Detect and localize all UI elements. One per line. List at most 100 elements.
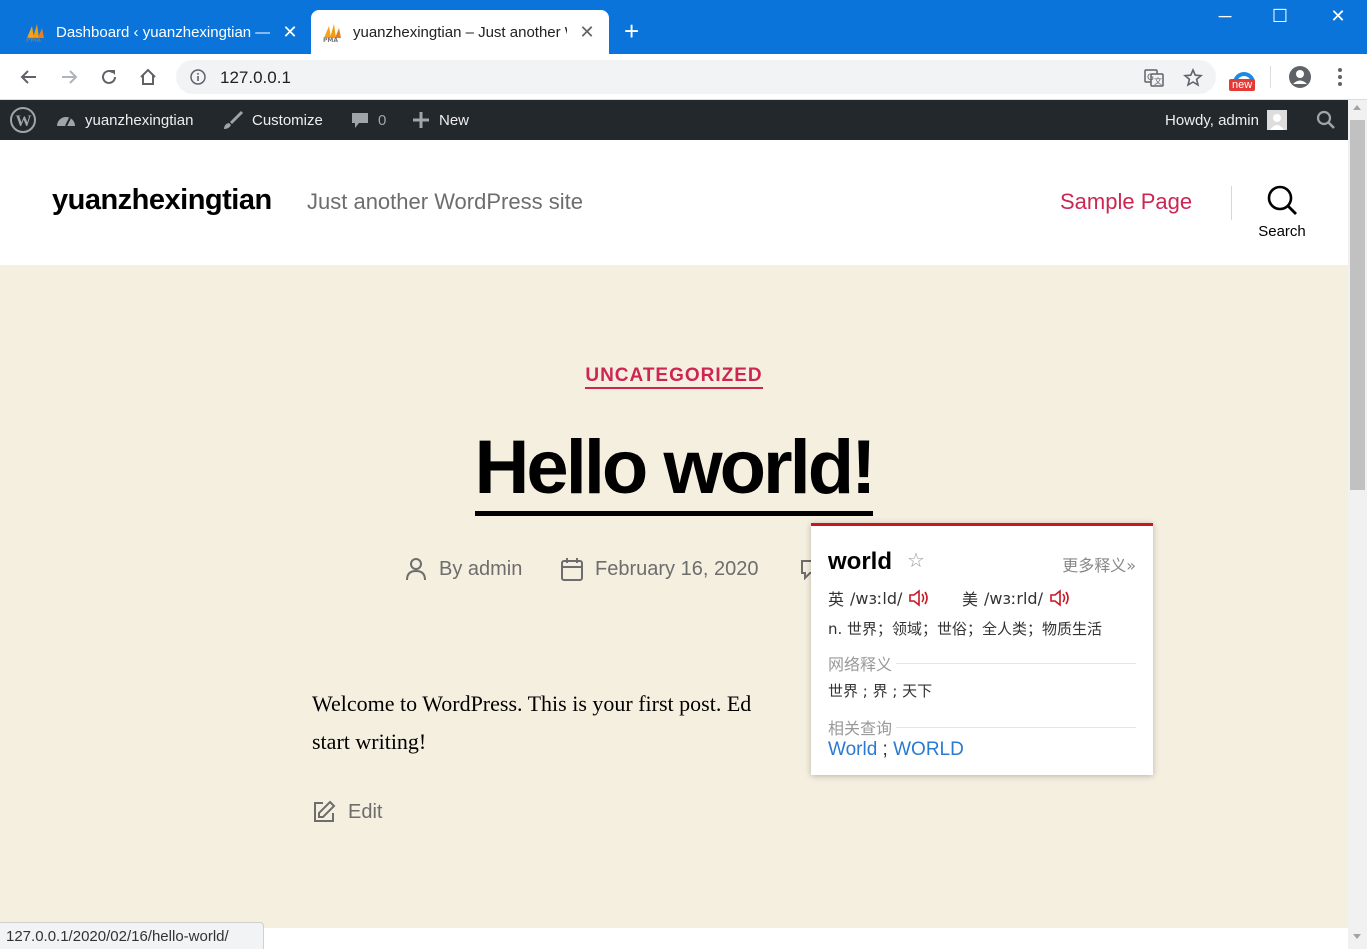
post-author-link[interactable]: By admin [439, 558, 522, 581]
person-icon [406, 558, 426, 581]
site-header: yuanzhexingtian Just another WordPress s… [0, 140, 1348, 265]
post-body-line: start writing! [312, 729, 427, 754]
dict-related-link[interactable]: WORLD [893, 739, 964, 760]
page-scrollbar[interactable] [1348, 100, 1367, 949]
wp-admin-bar: W yuanzhexingtian Customize 0 New Howdy,… [0, 100, 1348, 140]
wp-logo-menu[interactable]: W [10, 100, 44, 140]
tab-title: yuanzhexingtian – Just another WordPress… [353, 23, 567, 41]
minimize-button[interactable]: ─ [1205, 6, 1245, 27]
site-tagline: Just another WordPress site [307, 189, 583, 214]
section-divider [896, 662, 1136, 664]
search-icon [1267, 185, 1297, 215]
address-bar[interactable]: 127.0.0.1 G文 [176, 60, 1216, 94]
avatar [1266, 110, 1287, 130]
dict-web-heading: 网络释义 [828, 655, 893, 674]
wordpress-logo-icon: W [10, 107, 36, 133]
tab-title: Dashboard ‹ yuanzhexingtian — WordPress [56, 23, 270, 41]
edit-pencil-icon [314, 800, 336, 822]
comments-count: 0 [378, 111, 387, 129]
account-circle-icon [1289, 66, 1311, 88]
dashboard-gauge-icon [57, 117, 75, 127]
nav-sample-page[interactable]: Sample Page [1060, 189, 1192, 215]
tab-close-icon[interactable]: ✕ [577, 22, 597, 42]
svg-text:PMA: PMA [323, 37, 338, 43]
scroll-down-arrow-icon[interactable] [1353, 934, 1361, 939]
post-body-line: Welcome to WordPress. This is your first… [312, 691, 752, 716]
dict-web-definitions: 世界 ; 界 ; 天下 [828, 682, 933, 700]
post-category: UNCATEGORIZED [0, 365, 1348, 389]
reload-button[interactable] [94, 62, 124, 92]
post-date-link[interactable]: February 16, 2020 [595, 558, 758, 581]
pma-favicon-icon: PMA [321, 21, 343, 44]
post-date: February 16, 2020 [561, 557, 758, 581]
adminbar-site-name[interactable]: yuanzhexingtian [55, 100, 193, 140]
header-separator [1231, 186, 1232, 220]
new-label: New [439, 111, 470, 129]
forward-button[interactable] [54, 62, 84, 92]
dict-uk-pronunciation: 英 /wɜːld/ [828, 586, 930, 610]
browser-toolbar: 127.0.0.1 G文 new [0, 54, 1367, 100]
category-link[interactable]: UNCATEGORIZED [585, 365, 763, 389]
status-bar-url: 127.0.0.1/2020/02/16/hello-world/ [0, 922, 264, 949]
dict-uk-phonetic: /wɜːld/ [850, 588, 903, 608]
search-toggle-label: Search [1258, 223, 1306, 240]
profile-button[interactable] [1285, 62, 1315, 92]
pma-favicon-icon: PMA [24, 21, 46, 44]
scroll-up-arrow-icon[interactable] [1353, 105, 1361, 110]
plus-icon [413, 112, 429, 128]
tab-dashboard[interactable]: PMA Dashboard ‹ yuanzhexingtian — WordPr… [14, 10, 310, 54]
menu-button[interactable] [1325, 62, 1355, 92]
howdy-label: Howdy, admin [1165, 111, 1259, 129]
edit-label: Edit [348, 800, 383, 823]
customize-label: Customize [252, 111, 323, 129]
translate-icon[interactable]: G文 [1144, 68, 1164, 88]
speaker-icon[interactable] [1049, 589, 1071, 607]
dict-us-label: 美 [962, 590, 979, 609]
dict-related-separator: ; [877, 739, 894, 760]
tab-site[interactable]: PMA yuanzhexingtian – Just another WordP… [311, 10, 609, 54]
paintbrush-icon [224, 111, 243, 129]
adminbar-comments[interactable]: 0 [350, 100, 386, 140]
dict-headword: world [828, 548, 892, 575]
dict-us-phonetic: /wɜːrld/ [984, 588, 1043, 608]
site-title[interactable]: yuanzhexingtian [52, 184, 272, 217]
close-window-button[interactable]: ✕ [1318, 6, 1358, 27]
bookmark-star-icon[interactable] [1183, 68, 1203, 88]
svg-text:文: 文 [1154, 76, 1162, 86]
dict-related-section: 相关查询 [828, 715, 1136, 739]
dict-related-links: World ; WORLD [828, 739, 964, 761]
edit-post-link[interactable]: Edit [312, 800, 382, 824]
back-button[interactable] [14, 62, 44, 92]
speaker-icon[interactable] [908, 589, 930, 607]
tab-close-icon[interactable]: ✕ [280, 22, 300, 42]
browser-titlebar: PMA Dashboard ‹ yuanzhexingtian — WordPr… [0, 0, 1367, 54]
back-arrow-icon [20, 70, 36, 84]
svg-text:G: G [1147, 73, 1154, 83]
adminbar-new[interactable]: New [411, 100, 469, 140]
dictionary-popup: world ☆ 更多释义» 英 /wɜːld/ 美 /wɜːrld/ n. 世界… [811, 523, 1153, 775]
comment-bubble-icon [352, 113, 368, 128]
dict-web-section: 网络释义 [828, 651, 1136, 675]
calendar-icon [561, 558, 583, 581]
reload-icon [102, 69, 116, 84]
forward-arrow-icon [62, 70, 78, 84]
scrollbar-thumb[interactable] [1350, 120, 1365, 490]
avatar-icon [1269, 114, 1284, 130]
dict-more-link[interactable]: 更多释义» [1062, 552, 1136, 576]
home-button[interactable] [133, 62, 163, 92]
maximize-button[interactable]: ☐ [1260, 6, 1300, 27]
post-title-link[interactable]: Hello world! [474, 425, 876, 516]
dictionary-extension-button[interactable]: new [1229, 65, 1259, 93]
adminbar-site-label: yuanzhexingtian [85, 111, 194, 129]
adminbar-search[interactable] [1316, 100, 1344, 140]
adminbar-customize[interactable]: Customize [222, 100, 323, 140]
adminbar-my-account[interactable]: Howdy, admin [1165, 100, 1287, 140]
dict-favorite-star-icon[interactable]: ☆ [907, 548, 925, 572]
info-icon [190, 69, 206, 85]
new-tab-button[interactable]: + [624, 18, 639, 44]
search-icon [1316, 110, 1335, 129]
page-bottom [264, 928, 1348, 949]
dict-related-link[interactable]: World [828, 739, 877, 760]
post-body: Welcome to WordPress. This is your first… [312, 685, 812, 761]
search-toggle-button[interactable]: Search [1252, 184, 1312, 240]
